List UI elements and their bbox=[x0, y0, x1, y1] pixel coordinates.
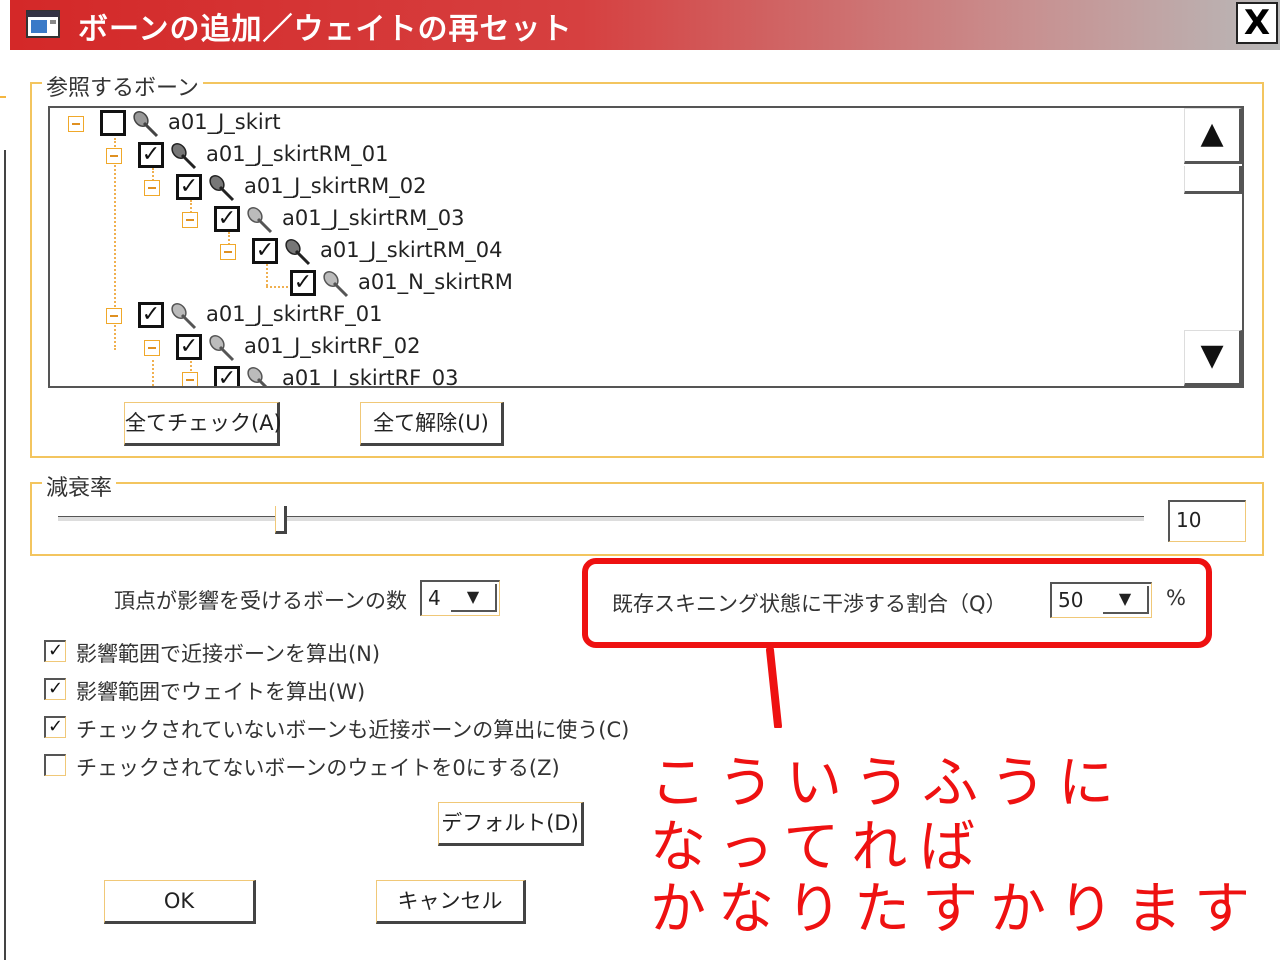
decay-value-field[interactable]: 10 bbox=[1168, 500, 1246, 542]
bone-count-value: 4 bbox=[428, 586, 441, 610]
tree-item[interactable]: ✓ a01_J_skirtRF_01 bbox=[50, 300, 1180, 332]
tree-checkbox[interactable]: ✓ bbox=[138, 142, 164, 168]
scroll-thumb[interactable] bbox=[1184, 166, 1242, 194]
tree-checkbox[interactable]: ✓ bbox=[214, 206, 240, 232]
tree-item[interactable]: ✓ a01_J_skirtRF_03 bbox=[50, 364, 1180, 388]
tree-scrollbar[interactable]: ▲ ▼ bbox=[1184, 108, 1242, 386]
tree-item-label: a01_J_skirtRM_02 bbox=[244, 174, 427, 198]
tree-item-label: a01_J_skirtRF_01 bbox=[206, 302, 383, 326]
option-label: チェックされていないボーンも近接ボーンの算出に使う(C) bbox=[76, 718, 630, 742]
ok-button[interactable]: OK bbox=[104, 880, 256, 924]
tree-item-label: a01_J_skirt bbox=[168, 110, 281, 134]
annotation-line-3: かなりたすかります bbox=[650, 877, 1262, 942]
tree-checkbox[interactable]: ✓ bbox=[176, 174, 202, 200]
tree-item[interactable]: ✓ a01_J_skirtRM_03 bbox=[50, 204, 1180, 236]
bone-count-select[interactable]: 4 ▼ bbox=[420, 580, 500, 616]
tree-checkbox[interactable]: ✓ bbox=[252, 238, 278, 264]
option-checkbox-row[interactable]: ✓ 影響範囲で近接ボーンを算出(N) bbox=[44, 638, 564, 668]
decay-legend: 減衰率 bbox=[42, 470, 117, 502]
collapse-icon[interactable] bbox=[182, 372, 198, 386]
window-icon bbox=[26, 10, 60, 38]
annotation-pointer-line bbox=[766, 648, 782, 728]
bone-icon bbox=[171, 303, 197, 330]
tree-checkbox[interactable]: ✓ bbox=[290, 270, 316, 296]
bone-icon bbox=[285, 239, 311, 266]
option-label: 影響範囲で近接ボーンを算出(N) bbox=[76, 642, 381, 666]
tree-item-label: a01_J_skirtRM_03 bbox=[282, 206, 465, 230]
bone-icon bbox=[209, 335, 235, 362]
left-edge bbox=[0, 0, 10, 960]
check-all-button[interactable]: 全てチェック(A) bbox=[124, 402, 282, 446]
tree-item-label: a01_J_skirtRF_02 bbox=[244, 334, 421, 358]
option-checkbox[interactable]: ✓ bbox=[44, 640, 66, 662]
option-label: チェックされてないボーンのウェイトを0にする(Z) bbox=[76, 756, 560, 780]
collapse-icon[interactable] bbox=[106, 308, 122, 324]
close-button[interactable]: X bbox=[1236, 2, 1278, 44]
tree-item[interactable]: ✓ a01_N_skirtRM bbox=[50, 268, 1180, 300]
tree-item[interactable]: ✓ a01_J_skirtRM_01 bbox=[50, 140, 1180, 172]
option-checkbox-row[interactable]: ✓ 影響範囲でウェイトを算出(W) bbox=[44, 676, 564, 706]
bone-icon bbox=[247, 367, 268, 386]
bone-tree[interactable]: a01_J_skirt ✓ a01_J_skirtRM_01 ✓ a01_J_s… bbox=[48, 106, 1244, 388]
collapse-icon[interactable] bbox=[106, 148, 122, 164]
collapse-icon[interactable] bbox=[68, 116, 84, 132]
window-title: ボーンの追加／ウェイトの再セット bbox=[78, 12, 573, 47]
bone-icon bbox=[171, 143, 197, 170]
option-checkbox[interactable]: ✓ bbox=[44, 678, 66, 700]
tree-item-label: a01_J_skirtRF_03 bbox=[282, 366, 459, 388]
decay-slider-thumb[interactable] bbox=[275, 506, 288, 534]
collapse-icon[interactable] bbox=[144, 180, 160, 196]
default-button[interactable]: デフォルト(D) bbox=[438, 802, 584, 846]
bone-group-legend: 参照するボーン bbox=[42, 70, 203, 102]
chevron-down-icon[interactable]: ▼ bbox=[451, 584, 497, 612]
tree-item-label: a01_J_skirtRM_04 bbox=[320, 238, 503, 262]
title-bar: ボーンの追加／ウェイトの再セット bbox=[10, 0, 1280, 50]
tree-checkbox[interactable]: ✓ bbox=[176, 334, 202, 360]
cancel-button[interactable]: キャンセル bbox=[376, 880, 526, 924]
collapse-icon[interactable] bbox=[144, 340, 160, 356]
tree-checkbox[interactable] bbox=[100, 110, 126, 136]
option-checkbox-row[interactable]: ✓ チェックされていないボーンも近接ボーンの算出に使う(C) bbox=[44, 714, 629, 744]
uncheck-all-button[interactable]: 全て解除(U) bbox=[360, 402, 504, 446]
option-checkbox-row[interactable]: チェックされてないボーンのウェイトを0にする(Z) bbox=[44, 752, 564, 782]
collapse-icon[interactable] bbox=[220, 244, 236, 260]
bone-icon bbox=[323, 271, 349, 298]
bone-icon bbox=[247, 207, 273, 234]
tree-checkbox[interactable]: ✓ bbox=[138, 302, 164, 328]
tree-item-label: a01_N_skirtRM bbox=[358, 270, 513, 294]
option-checkbox[interactable] bbox=[44, 754, 66, 776]
edge-tick bbox=[0, 96, 6, 98]
edge-line bbox=[4, 150, 6, 960]
option-checkbox[interactable]: ✓ bbox=[44, 716, 66, 738]
tree-item[interactable]: a01_J_skirt bbox=[50, 108, 1180, 140]
tree-item[interactable]: ✓ a01_J_skirtRF_02 bbox=[50, 332, 1180, 364]
scroll-down-button[interactable]: ▼ bbox=[1184, 330, 1242, 386]
annotation-highlight-box bbox=[582, 558, 1212, 648]
collapse-icon[interactable] bbox=[182, 212, 198, 228]
bone-icon bbox=[209, 175, 235, 202]
tree-item-label: a01_J_skirtRM_01 bbox=[206, 142, 389, 166]
tree-item[interactable]: ✓ a01_J_skirtRM_02 bbox=[50, 172, 1180, 204]
bone-count-label: 頂点が影響を受けるボーンの数 bbox=[114, 589, 407, 613]
scroll-up-button[interactable]: ▲ bbox=[1184, 108, 1242, 164]
tree-checkbox[interactable]: ✓ bbox=[214, 366, 240, 386]
tree-item[interactable]: ✓ a01_J_skirtRM_04 bbox=[50, 236, 1180, 268]
bone-icon bbox=[133, 111, 159, 138]
decay-slider-track[interactable] bbox=[58, 516, 1144, 521]
option-label: 影響範囲でウェイトを算出(W) bbox=[76, 680, 366, 704]
